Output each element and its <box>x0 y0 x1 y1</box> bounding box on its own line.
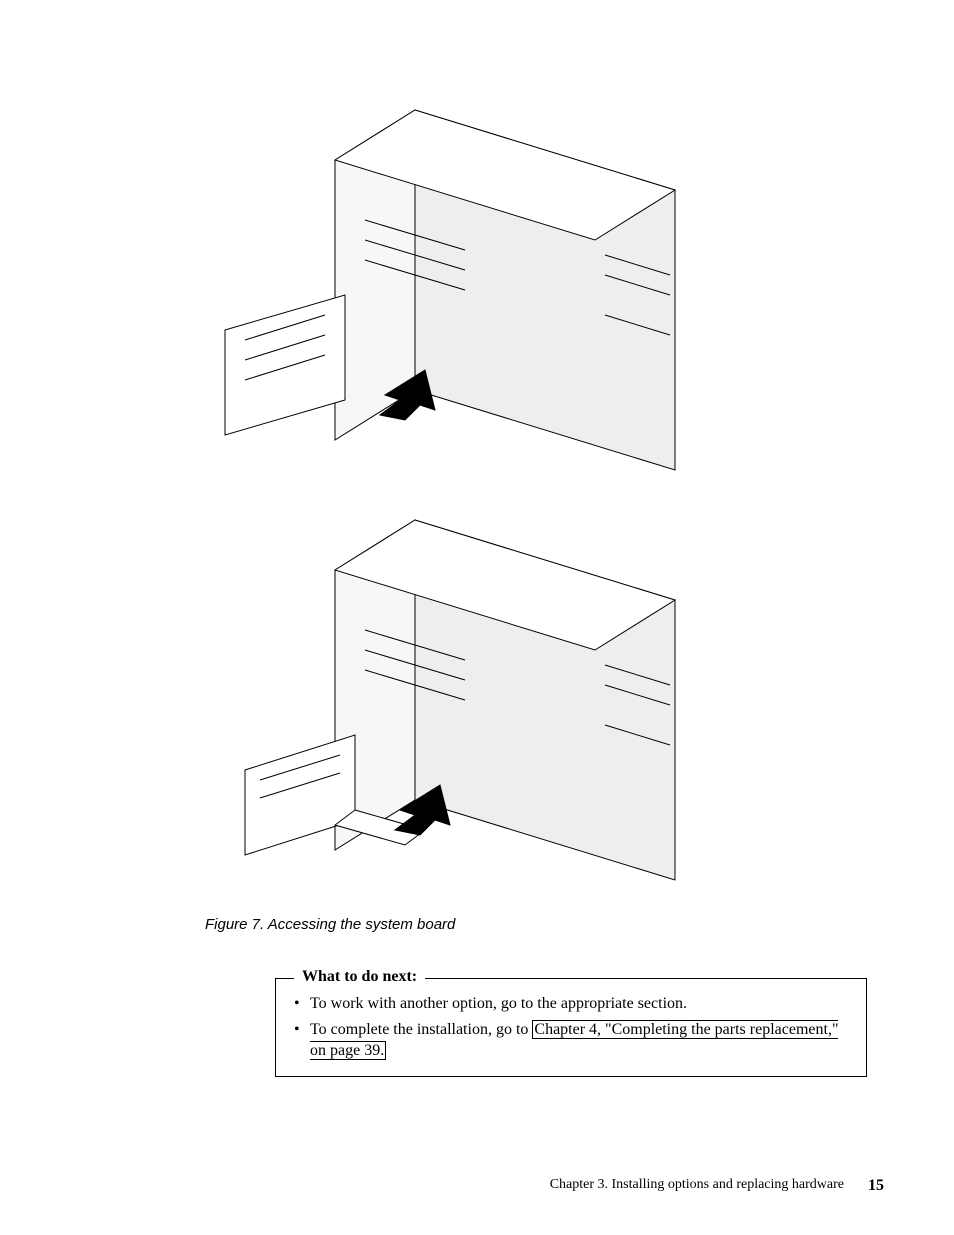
figure-caption: Figure 7. Accessing the system board <box>205 916 705 933</box>
next-item-1: To work with another option, go to the a… <box>294 993 848 1015</box>
next-item-2-prefix: To complete the installation, go to <box>310 1021 532 1038</box>
figure-svg <box>205 100 705 900</box>
figure-block: Figure 7. Accessing the system board <box>205 100 705 933</box>
what-to-do-next-box: What to do next: To work with another op… <box>275 978 867 1077</box>
next-box-legend: What to do next: <box>294 968 425 986</box>
next-item-2: To complete the installation, go to Chap… <box>294 1019 848 1062</box>
footer-chapter-text: Chapter 3. Installing options and replac… <box>550 1177 844 1193</box>
next-item-1-text: To work with another option, go to the a… <box>310 995 687 1012</box>
footer-page-number: 15 <box>868 1177 884 1195</box>
next-box-list: To work with another option, go to the a… <box>294 993 848 1062</box>
